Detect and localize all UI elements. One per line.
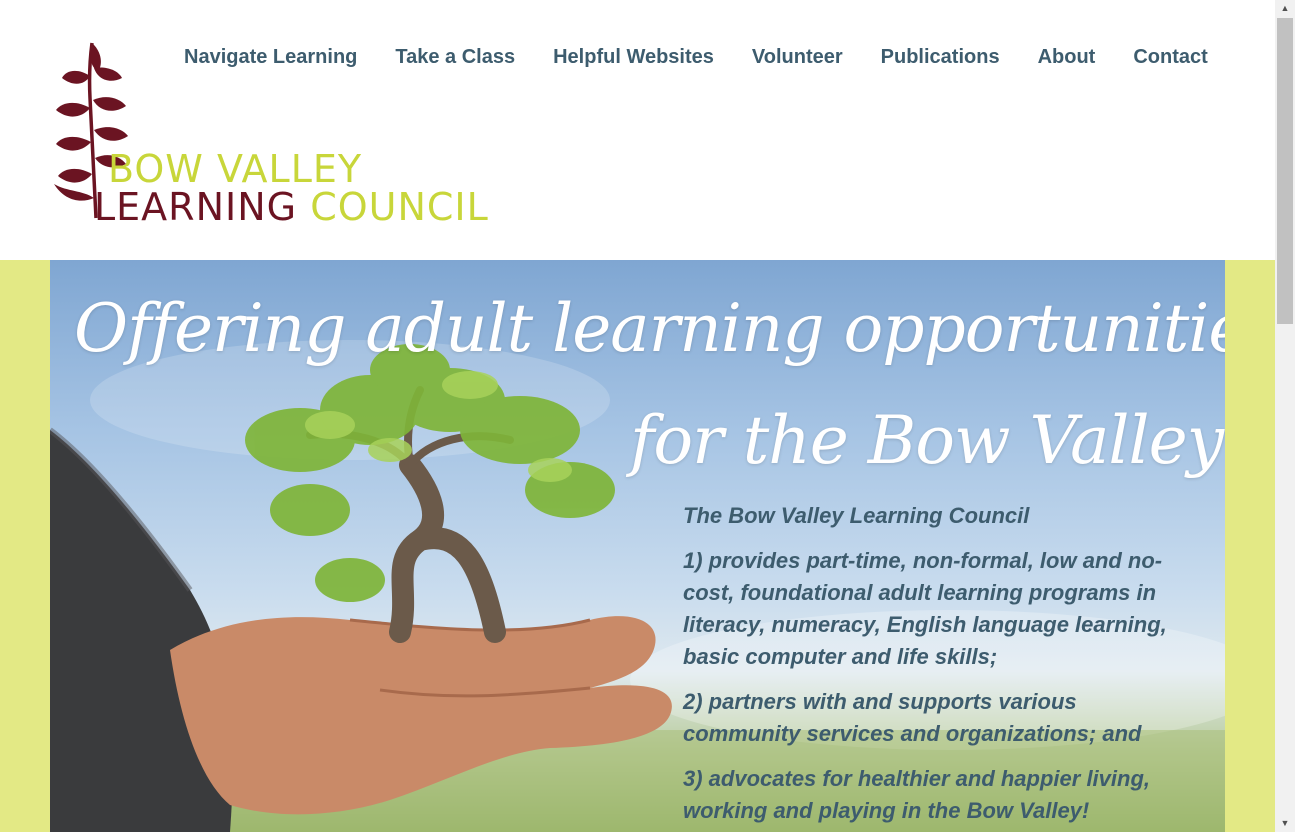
page-scrollbar[interactable]: ▲ ▼ [1275,0,1295,832]
nav-volunteer[interactable]: Volunteer [733,44,862,70]
nav-contact[interactable]: Contact [1114,44,1226,70]
logo-line-1: BOW VALLEY [108,150,362,188]
site-header: BOW VALLEY LEARNING COUNCIL Navigate Lea… [0,0,1275,260]
logo-text-learning: LEARNING [94,185,298,229]
scrollbar-thumb[interactable] [1277,18,1293,324]
logo-line-2: LEARNING COUNCIL [94,188,489,226]
nav-navigate-learning[interactable]: Navigate Learning [165,44,376,70]
main-nav: Navigate Learning Take a Class Helpful W… [165,44,1227,70]
nav-take-a-class[interactable]: Take a Class [376,44,534,70]
hero-intro: The Bow Valley Learning Council [683,503,1030,528]
scroll-down-icon[interactable]: ▼ [1275,815,1295,832]
hero-banner: Offering adult learning opportunities fo… [50,260,1225,832]
hero-description: The Bow Valley Learning Council 1) provi… [683,500,1188,832]
hero-point-2: 2) partners with and supports various co… [683,689,1142,746]
hero-point-1: 1) provides part-time, non-formal, low a… [683,548,1167,669]
nav-publications[interactable]: Publications [862,44,1019,70]
hero-point-3: 3) advocates for healthier and happier l… [683,766,1151,823]
hero-headline-line-2: for the Bow Valley [630,402,1224,479]
logo-text-council: COUNCIL [310,185,489,229]
scroll-up-icon[interactable]: ▲ [1275,0,1295,17]
nav-helpful-websites[interactable]: Helpful Websites [534,44,733,70]
hero-headline-line-1: Offering adult learning opportunities [74,290,1225,367]
nav-about[interactable]: About [1019,44,1115,70]
